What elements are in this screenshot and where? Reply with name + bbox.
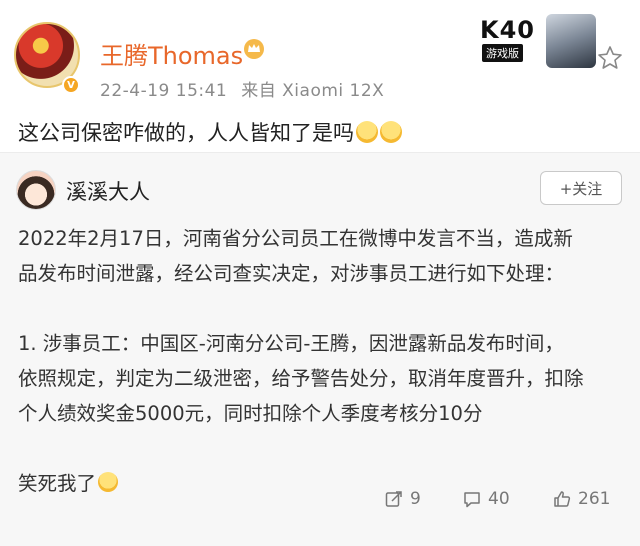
emoji-icon xyxy=(356,121,378,143)
action-bar: 9 40 261 xyxy=(0,489,640,519)
repost-icon xyxy=(385,491,402,507)
comment-action[interactable]: 40 xyxy=(462,489,510,509)
repost-action[interactable]: 9 xyxy=(384,489,421,509)
promo-subtitle: 游戏版 xyxy=(482,44,523,62)
repost-author-avatar[interactable] xyxy=(16,170,56,210)
promo-image xyxy=(546,14,596,68)
reposted-weibo[interactable]: 溪溪大人 +关注 2022年2月17日，河南省分公司员工在微博中发言不当，造成新… xyxy=(0,152,640,546)
author-username[interactable]: 王腾Thomas xyxy=(100,36,243,71)
comment-icon xyxy=(464,492,480,508)
post-text-content: 这公司保密咋做的，人人皆知了是吗 xyxy=(18,121,354,145)
promo-title: K40 xyxy=(480,16,535,44)
repost-author-username[interactable]: 溪溪大人 xyxy=(66,176,150,206)
star-outline-icon[interactable] xyxy=(596,44,624,72)
post-header: V 王腾Thomas 22-4-19 15:41 来自 Xiaomi 12X K4… xyxy=(0,0,640,110)
thumbs-up-icon xyxy=(554,491,571,507)
repost-line: 个人绩效奖金5000元，同时扣除个人季度考核分10分 xyxy=(18,402,483,425)
like-action[interactable]: 261 xyxy=(552,489,610,509)
verified-badge-icon: V xyxy=(62,76,80,94)
repost-line: 2022年2月17日，河南省分公司员工在微博中发言不当，造成新 xyxy=(18,227,573,250)
emoji-icon xyxy=(380,121,402,143)
crown-badge-icon xyxy=(244,39,264,59)
post-date: 22-4-19 15:41 xyxy=(100,81,228,101)
repost-line: 品发布时间泄露，经公司查实决定，对涉事员工进行如下处理： xyxy=(18,262,565,285)
follow-button[interactable]: +关注 xyxy=(540,171,622,205)
repost-line: 1. 涉事员工：中国区-河南分公司-王腾，因泄露新品发布时间， xyxy=(18,332,564,355)
promo-badge[interactable]: K40 游戏版 xyxy=(476,14,596,68)
post-meta: 22-4-19 15:41 来自 Xiaomi 12X xyxy=(100,76,384,101)
post-text: 这公司保密咋做的，人人皆知了是吗 xyxy=(18,117,402,147)
comment-count: 40 xyxy=(488,489,510,509)
post-source: 来自 Xiaomi 12X xyxy=(241,81,385,101)
repost-count: 9 xyxy=(410,489,421,509)
repost-body: 2022年2月17日，河南省分公司员工在微博中发言不当，造成新 品发布时间泄露，… xyxy=(18,221,626,501)
like-count: 261 xyxy=(578,489,611,509)
repost-line: 依照规定，判定为二级泄密，给予警告处分，取消年度晋升，扣除 xyxy=(18,367,584,390)
